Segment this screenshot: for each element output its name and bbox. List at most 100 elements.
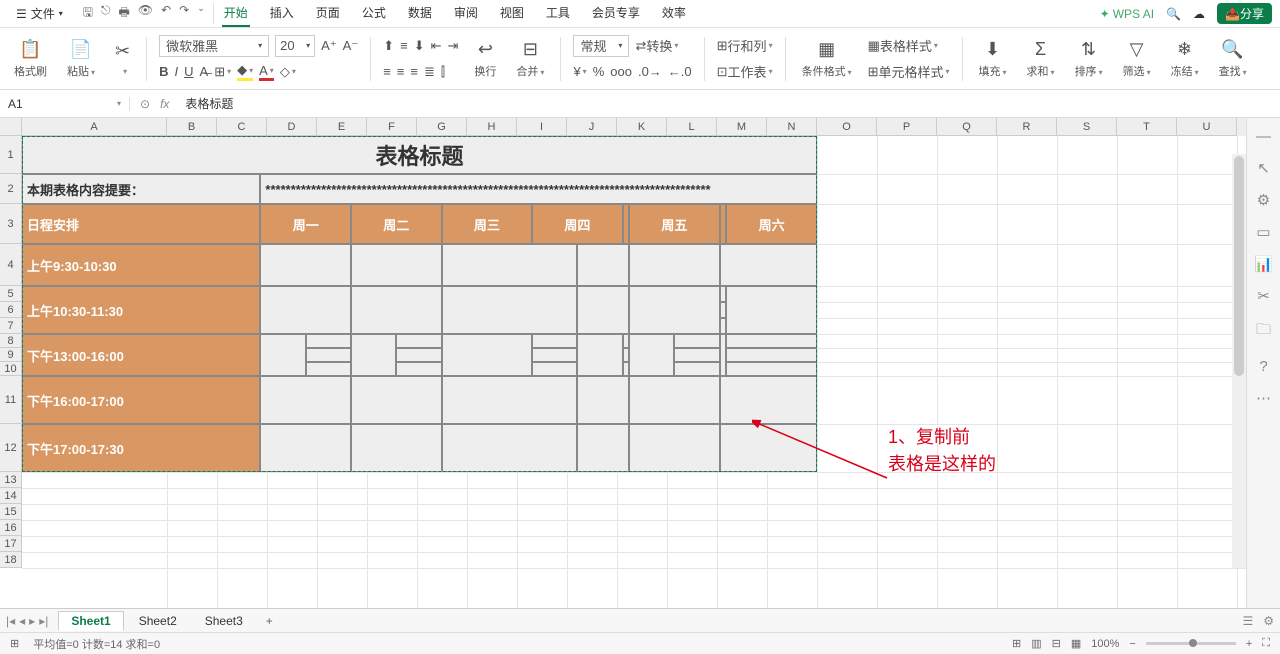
col-header[interactable]: R [997, 118, 1057, 136]
bold-button[interactable]: B [159, 64, 168, 79]
help-icon[interactable]: ? [1259, 358, 1267, 375]
sum-button[interactable]: Σ求和 [1023, 39, 1059, 79]
cloud-icon[interactable]: ☁ [1193, 7, 1205, 21]
zoom-value[interactable]: 100% [1091, 638, 1119, 650]
view-normal-icon[interactable]: ⊞ [1012, 637, 1021, 650]
tab-view[interactable]: 视图 [498, 0, 526, 27]
view-page-icon[interactable]: ▥ [1031, 637, 1041, 650]
col-header[interactable]: U [1177, 118, 1237, 136]
col-header[interactable]: N [767, 118, 817, 136]
col-header[interactable]: J [567, 118, 617, 136]
tab-tools[interactable]: 工具 [544, 0, 572, 27]
row-header[interactable]: 14 [0, 488, 22, 504]
italic-button[interactable]: I [175, 64, 179, 79]
freeze-button[interactable]: ❄冻结 [1167, 39, 1203, 79]
worksheet-button[interactable]: ⊡ 工作表 [717, 62, 773, 81]
dec-inc-icon[interactable]: .0→ [638, 64, 662, 79]
tab-prev-icon[interactable]: ◂ [19, 614, 25, 628]
settings-icon[interactable]: ⚙ [1257, 191, 1270, 209]
reading-mode-icon[interactable]: ▦ [1071, 637, 1081, 650]
row-header[interactable]: 1 [0, 136, 22, 174]
formula-bar[interactable]: 表格标题 [179, 95, 239, 112]
row-header[interactable]: 4 [0, 244, 22, 286]
col-header[interactable]: B [167, 118, 217, 136]
add-sheet-button[interactable]: + [258, 614, 281, 628]
increase-font-icon[interactable]: A⁺ [321, 38, 337, 54]
tab-page[interactable]: 页面 [314, 0, 342, 27]
sheet-list-icon[interactable]: ☰ [1242, 614, 1253, 628]
col-header[interactable]: D [267, 118, 317, 136]
dec-dec-icon[interactable]: ←.0 [668, 64, 692, 79]
number-format[interactable]: 常规▾ [573, 35, 629, 57]
col-header[interactable]: Q [937, 118, 997, 136]
row-header[interactable]: 17 [0, 536, 22, 552]
undo-icon[interactable]: ↶ [161, 3, 171, 24]
spreadsheet-grid[interactable]: ABCDEFGHIJKLMNOPQRSTU 123456789101112131… [0, 118, 1246, 608]
align-left-icon[interactable]: ≡ [383, 64, 391, 79]
file-menu[interactable]: ☰文件▾ [8, 3, 71, 24]
border-button[interactable]: ⊞ [214, 64, 231, 80]
align-center-icon[interactable]: ≡ [397, 64, 405, 79]
cell-style[interactable]: ⊞ 单元格样式 [868, 62, 950, 81]
filter-button[interactable]: ▽筛选 [1119, 39, 1155, 79]
fill-color-button[interactable]: ◆ [237, 62, 253, 81]
redo-icon[interactable]: ↷ [179, 3, 189, 24]
preview-icon[interactable]: 👁 [138, 3, 153, 24]
col-header[interactable]: M [717, 118, 767, 136]
chart-icon[interactable]: 📊 [1254, 255, 1273, 273]
cursor-icon[interactable]: ↖ [1257, 159, 1270, 177]
backup-icon[interactable]: 🗀 [1256, 319, 1271, 344]
wps-ai-button[interactable]: ✦ WPS AI [1100, 7, 1154, 21]
sheet-tab-1[interactable]: Sheet1 [58, 611, 123, 631]
row-header[interactable]: 15 [0, 504, 22, 520]
minimize-icon[interactable]: — [1256, 128, 1271, 145]
justify-icon[interactable]: ≣ [424, 64, 435, 80]
print-icon[interactable]: 🖶 [119, 3, 130, 24]
row-header[interactable]: 9 [0, 348, 22, 362]
convert-button[interactable]: ⇄转换 [635, 36, 678, 55]
sheet-tab-2[interactable]: Sheet2 [126, 611, 190, 631]
more-icon[interactable]: ⌄ [197, 3, 205, 24]
sort-button[interactable]: ⇅排序 [1071, 39, 1107, 79]
fullscreen-icon[interactable]: ⛶ [1262, 637, 1270, 650]
tools-icon[interactable]: ✂ [1257, 287, 1270, 305]
select-all-corner[interactable] [0, 118, 22, 136]
row-header[interactable]: 18 [0, 552, 22, 568]
cell-reference[interactable]: A1▾ [0, 97, 130, 111]
col-header[interactable]: S [1057, 118, 1117, 136]
mode-icon[interactable]: ⊞ [10, 637, 19, 650]
align-middle-icon[interactable]: ≡ [400, 38, 408, 53]
indent-dec-icon[interactable]: ⇤ [431, 38, 442, 54]
col-header[interactable]: A [22, 118, 167, 136]
vertical-scrollbar[interactable] [1232, 154, 1246, 568]
view-break-icon[interactable]: ⊟ [1052, 637, 1061, 650]
align-top-icon[interactable]: ⬆ [383, 38, 394, 54]
zoom-out-icon[interactable]: − [1129, 638, 1135, 650]
col-header[interactable]: P [877, 118, 937, 136]
strike-button[interactable]: A̶ [200, 64, 209, 79]
fill-button[interactable]: ⬇填充 [975, 39, 1011, 79]
tab-first-icon[interactable]: |◂ [6, 614, 15, 628]
clear-format-button[interactable]: ◇ [280, 64, 296, 80]
row-header[interactable]: 13 [0, 472, 22, 488]
tab-last-icon[interactable]: ▸| [39, 614, 48, 628]
row-header[interactable]: 5 [0, 286, 22, 302]
col-header[interactable]: I [517, 118, 567, 136]
share-button[interactable]: 📤分享 [1217, 3, 1272, 24]
col-header[interactable]: F [367, 118, 417, 136]
sheet-tab-3[interactable]: Sheet3 [192, 611, 256, 631]
font-select[interactable]: 微软雅黑▾ [159, 35, 269, 57]
table-style[interactable]: ▦ 表格样式 [868, 36, 938, 55]
row-header[interactable]: 8 [0, 334, 22, 348]
indent-inc-icon[interactable]: ⇥ [448, 38, 459, 54]
align-bottom-icon[interactable]: ⬇ [414, 38, 425, 54]
more-panel-icon[interactable]: ⋯ [1256, 389, 1271, 407]
row-header[interactable]: 12 [0, 424, 22, 472]
tab-formula[interactable]: 公式 [360, 0, 388, 27]
tab-review[interactable]: 审阅 [452, 0, 480, 27]
fx-icon[interactable]: fx [160, 97, 169, 111]
select-icon[interactable]: ▭ [1256, 223, 1270, 241]
font-color-button[interactable]: A [259, 63, 274, 81]
find-button[interactable]: 🔍查找 [1215, 39, 1251, 79]
tab-efficiency[interactable]: 效率 [660, 0, 688, 27]
